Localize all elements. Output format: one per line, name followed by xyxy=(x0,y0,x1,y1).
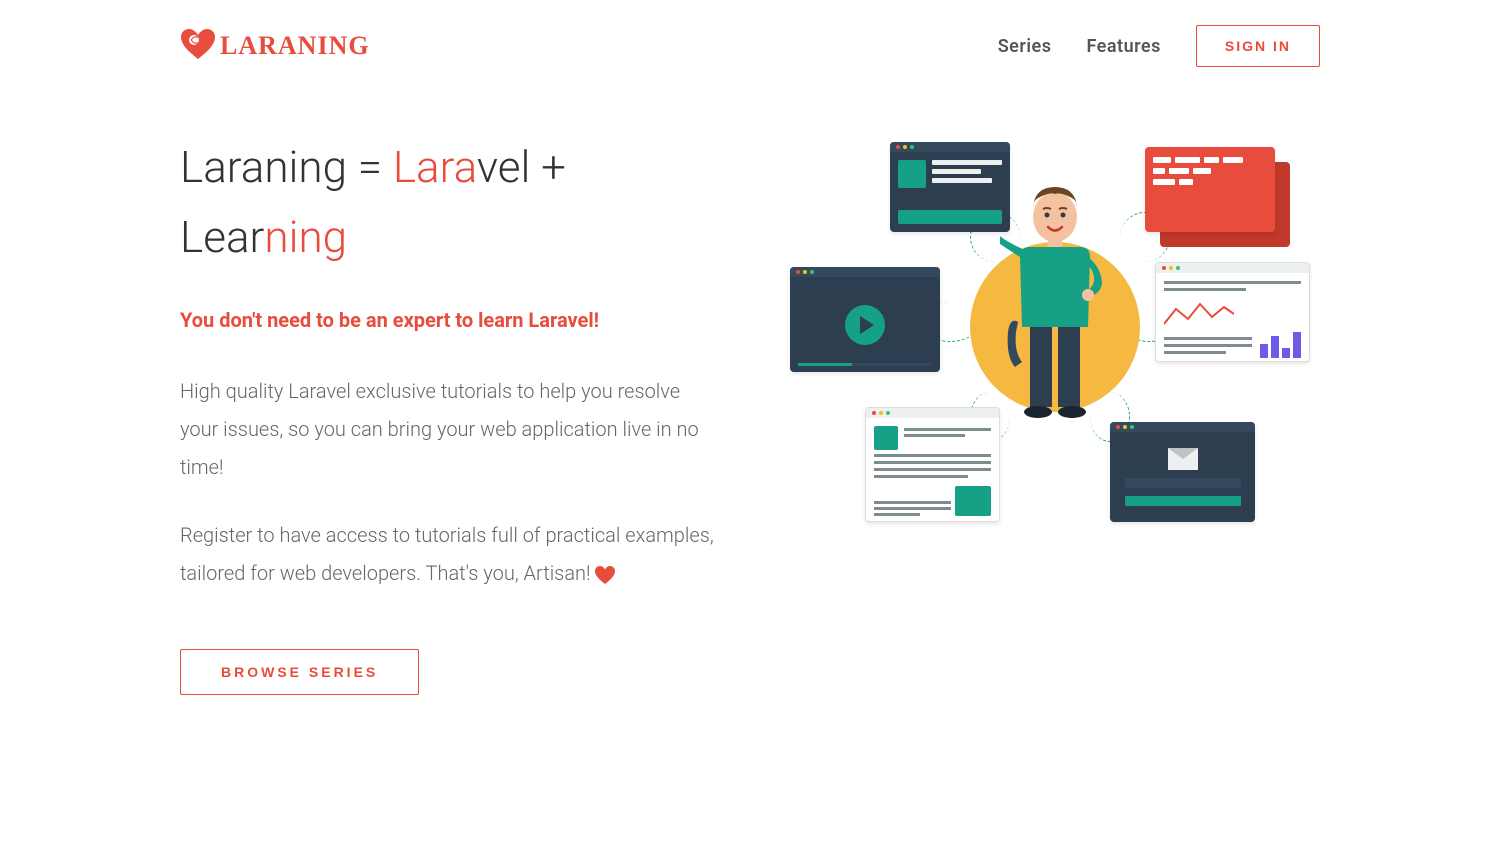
nav-series[interactable]: Series xyxy=(998,36,1052,57)
heart-logo-icon xyxy=(180,28,216,64)
header: LARANING Series Features SIGN IN xyxy=(180,0,1320,87)
person-character xyxy=(1000,182,1110,432)
logo-text: LARANING xyxy=(220,31,370,61)
hero-content: Laraning = Laravel + Learning You don't … xyxy=(180,132,720,695)
illustration-graph-window xyxy=(1155,262,1310,362)
envelope-icon xyxy=(1168,448,1198,470)
hero-illustration-container xyxy=(780,132,1320,695)
title-accent-2: ning xyxy=(264,211,347,263)
hero-paragraph-1: High quality Laravel exclusive tutorials… xyxy=(180,372,720,486)
logo[interactable]: LARANING xyxy=(180,28,370,64)
signin-button[interactable]: SIGN IN xyxy=(1196,25,1320,67)
title-accent-1: Lara xyxy=(393,141,477,193)
title-part-1: Laraning = xyxy=(180,141,393,193)
illustration-email-window xyxy=(1110,422,1255,522)
hero-paragraph-2-text: Register to have access to tutorials ful… xyxy=(180,523,714,585)
illustration-profile-window xyxy=(890,142,1010,232)
illustration-video-window xyxy=(790,267,940,372)
browse-series-button[interactable]: BROWSE SERIES xyxy=(180,649,419,695)
hero-paragraph-2: Register to have access to tutorials ful… xyxy=(180,516,720,594)
hero-subtitle: You don't need to be an expert to learn … xyxy=(180,308,720,332)
main-nav: Series Features SIGN IN xyxy=(998,25,1320,67)
hero-illustration xyxy=(790,142,1310,542)
heart-icon xyxy=(595,563,615,587)
hero-section: Laraning = Laravel + Learning You don't … xyxy=(180,87,1320,695)
illustration-code-window xyxy=(1145,147,1275,232)
hero-title: Laraning = Laravel + Learning xyxy=(180,132,720,273)
play-icon xyxy=(845,305,885,345)
illustration-social-window xyxy=(865,407,1000,522)
nav-features[interactable]: Features xyxy=(1086,36,1160,57)
